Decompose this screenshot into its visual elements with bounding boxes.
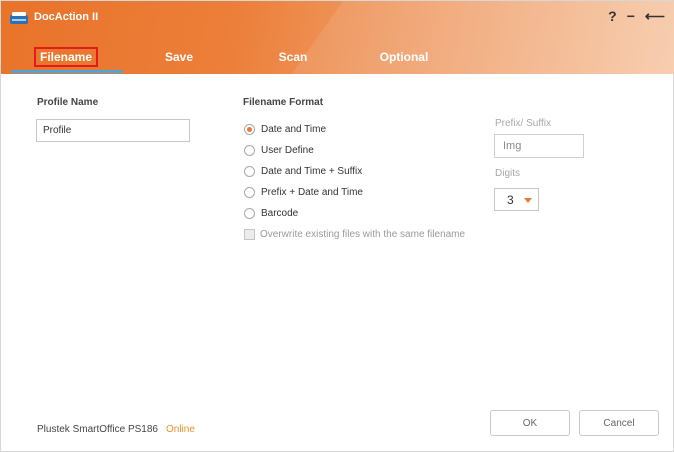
tab-filename-label: Filename — [34, 47, 99, 67]
prefix-suffix-label: Prefix/ Suffix — [495, 118, 551, 129]
digits-dropdown[interactable]: 3 — [494, 188, 539, 211]
minimize-icon[interactable]: − — [627, 7, 635, 25]
radio-label: Prefix + Date and Time — [261, 187, 363, 198]
device-name: Plustek SmartOffice PS186 — [37, 424, 158, 435]
app-title: DocAction II — [34, 11, 99, 23]
radio-label: User Define — [261, 145, 314, 156]
tab-filename[interactable]: Filename — [34, 46, 99, 71]
profile-name-label: Profile Name — [37, 97, 99, 108]
overwrite-option: Overwrite existing files with the same f… — [244, 229, 465, 240]
profile-name-input[interactable] — [36, 119, 190, 142]
radio-prefix-date-time[interactable]: Prefix + Date and Time — [244, 187, 363, 198]
radio-date-and-time[interactable]: Date and Time — [244, 124, 326, 135]
overwrite-label: Overwrite existing files with the same f… — [260, 229, 466, 240]
radio-user-define[interactable]: User Define — [244, 145, 314, 156]
chevron-down-icon — [524, 198, 532, 203]
tab-optional[interactable]: Optional — [371, 46, 437, 71]
ok-button[interactable]: OK — [490, 410, 570, 436]
radio-unchecked-icon[interactable] — [244, 187, 255, 198]
radio-unchecked-icon[interactable] — [244, 145, 255, 156]
device-status: Online — [166, 424, 195, 435]
radio-barcode[interactable]: Barcode — [244, 208, 298, 219]
tab-scan[interactable]: Scan — [263, 46, 323, 71]
overwrite-checkbox — [244, 229, 255, 240]
help-icon[interactable]: ? — [608, 7, 617, 25]
radio-checked-icon[interactable] — [244, 124, 255, 135]
digits-label: Digits — [495, 168, 521, 179]
radio-date-time-suffix[interactable]: Date and Time + Suffix — [244, 166, 362, 177]
radio-unchecked-icon[interactable] — [244, 208, 255, 219]
back-arrow-icon[interactable]: ⟵ — [645, 7, 665, 25]
filename-format-label: Filename Format — [243, 97, 324, 108]
window-controls: ? − ⟵ — [608, 7, 665, 25]
digits-value: 3 — [507, 193, 514, 207]
active-tab-indicator — [11, 70, 123, 73]
scanner-app-icon — [10, 12, 28, 24]
radio-label: Date and Time — [261, 124, 327, 135]
prefix-suffix-input[interactable] — [494, 134, 584, 158]
radio-unchecked-icon[interactable] — [244, 166, 255, 177]
cancel-button[interactable]: Cancel — [579, 410, 659, 436]
radio-label: Barcode — [261, 208, 299, 219]
docaction-window: DocAction II ? − ⟵ Filename Save Scan Op… — [0, 0, 674, 452]
radio-label: Date and Time + Suffix — [261, 166, 363, 177]
tab-save[interactable]: Save — [149, 46, 209, 71]
